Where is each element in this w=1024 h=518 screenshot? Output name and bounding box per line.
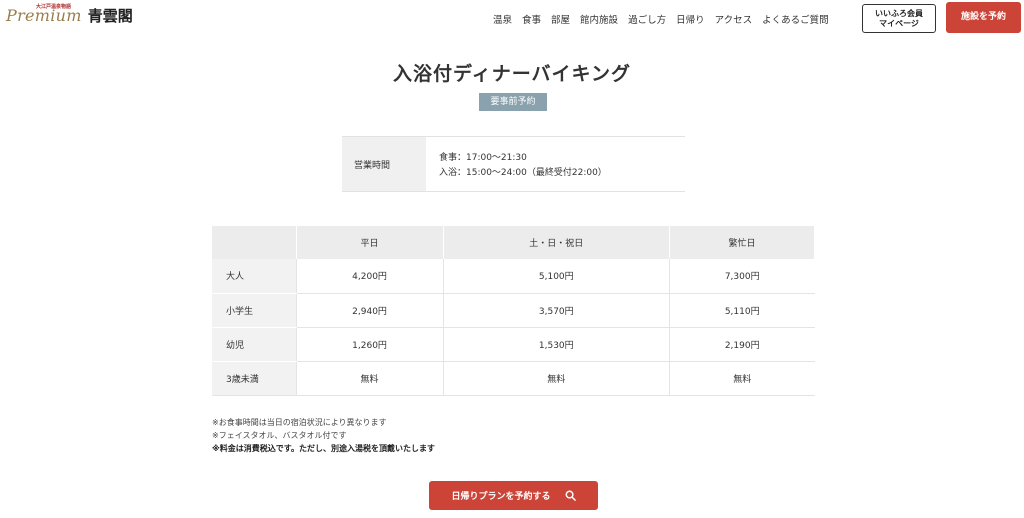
table-header-blank — [212, 226, 297, 259]
hours-meal: 食事：17:00～21:30 — [439, 153, 527, 163]
price-cell: 3,570円 — [442, 293, 670, 328]
nav-item-access[interactable]: アクセス — [715, 12, 753, 26]
price-cell: 無料 — [295, 361, 444, 396]
table-header-weekday: 平日 — [296, 226, 444, 259]
nav-item-day-trip[interactable]: 日帰り — [676, 12, 705, 26]
member-button-line2: マイページ — [879, 19, 919, 28]
row-label-elementary: 小学生 — [212, 293, 296, 328]
table-row: 大人 4,200円 5,100円 7,300円 — [212, 259, 815, 294]
table-row: 3歳未満 無料 無料 無料 — [212, 361, 815, 396]
price-cell: 4,200円 — [295, 259, 444, 294]
price-cell: 1,530円 — [442, 327, 670, 362]
row-label-infant: 幼児 — [212, 327, 296, 362]
member-button-line1: いいふろ会員 — [875, 9, 923, 18]
hours-label: 営業時間 — [342, 137, 426, 191]
notes: ※お食事時間は当日の宿泊状況により異なります ※フェイスタオル、バスタオル付です… — [212, 416, 435, 455]
note-towels: ※フェイスタオル、バスタオル付です — [212, 431, 347, 440]
member-mypage-button[interactable]: いいふろ会員 マイページ — [862, 4, 936, 33]
search-icon — [565, 490, 576, 501]
reservation-required-badge: 要事前予約 — [479, 93, 547, 111]
note-tax: ※料金は消費税込です。ただし、別途入湯税を頂戴いたします — [212, 444, 435, 453]
table-header-peak: 繁忙日 — [669, 226, 816, 259]
price-cell: 7,300円 — [668, 259, 815, 294]
site-header: 大江戸温泉物語 Premium 青雲閣 温泉 食事 部屋 館内施設 過ごし方 日… — [0, 0, 1024, 36]
table-header-row: 平日 土・日・祝日 繁忙日 — [212, 226, 816, 259]
price-cell: 無料 — [442, 361, 670, 396]
nav-item-faq[interactable]: よくあるご質問 — [762, 12, 829, 26]
price-cell: 5,100円 — [442, 259, 670, 294]
nav-item-meals[interactable]: 食事 — [522, 12, 541, 26]
price-cell: 2,190円 — [668, 327, 815, 362]
table-row: 小学生 2,940円 3,570円 5,110円 — [212, 293, 815, 328]
main-nav: 温泉 食事 部屋 館内施設 過ごし方 日帰り アクセス よくあるご質問 — [493, 12, 839, 26]
hours-values: 食事：17:00～21:30 入浴：15:00～24:00（最終受付22:00） — [426, 137, 607, 191]
nav-item-onsen[interactable]: 温泉 — [493, 12, 512, 26]
day-trip-reserve-button[interactable]: 日帰りプランを予約する — [429, 481, 598, 510]
price-cell: 2,940円 — [295, 293, 444, 328]
price-table: 平日 土・日・祝日 繁忙日 大人 4,200円 5,100円 7,300円 小学… — [212, 226, 816, 396]
cta-label: 日帰りプランを予約する — [451, 492, 551, 502]
logo-name: 青雲閣 — [87, 7, 133, 25]
table-row: 幼児 1,260円 1,530円 2,190円 — [212, 327, 815, 362]
row-label-under-3: 3歳未満 — [212, 361, 296, 396]
business-hours: 営業時間 食事：17:00～21:30 入浴：15:00～24:00（最終受付2… — [342, 136, 685, 192]
nav-item-facilities[interactable]: 館内施設 — [580, 12, 618, 26]
note-meal-time: ※お食事時間は当日の宿泊状況により異なります — [212, 418, 387, 427]
facility-reserve-button[interactable]: 施設を予約 — [946, 2, 1021, 33]
site-logo[interactable]: 大江戸温泉物語 Premium 青雲閣 — [6, 4, 133, 25]
nav-item-activities[interactable]: 過ごし方 — [628, 12, 666, 26]
table-header-weekend: 土・日・祝日 — [443, 226, 670, 259]
page-title: 入浴付ディナーバイキング — [393, 63, 631, 85]
price-cell: 1,260円 — [295, 327, 444, 362]
nav-item-rooms[interactable]: 部屋 — [551, 12, 570, 26]
price-cell: 無料 — [668, 361, 815, 396]
logo-subtitle: 大江戸温泉物語 — [36, 4, 72, 10]
row-label-adult: 大人 — [212, 259, 296, 294]
price-cell: 5,110円 — [668, 293, 815, 328]
hours-bath: 入浴：15:00～24:00（最終受付22:00） — [439, 168, 607, 178]
